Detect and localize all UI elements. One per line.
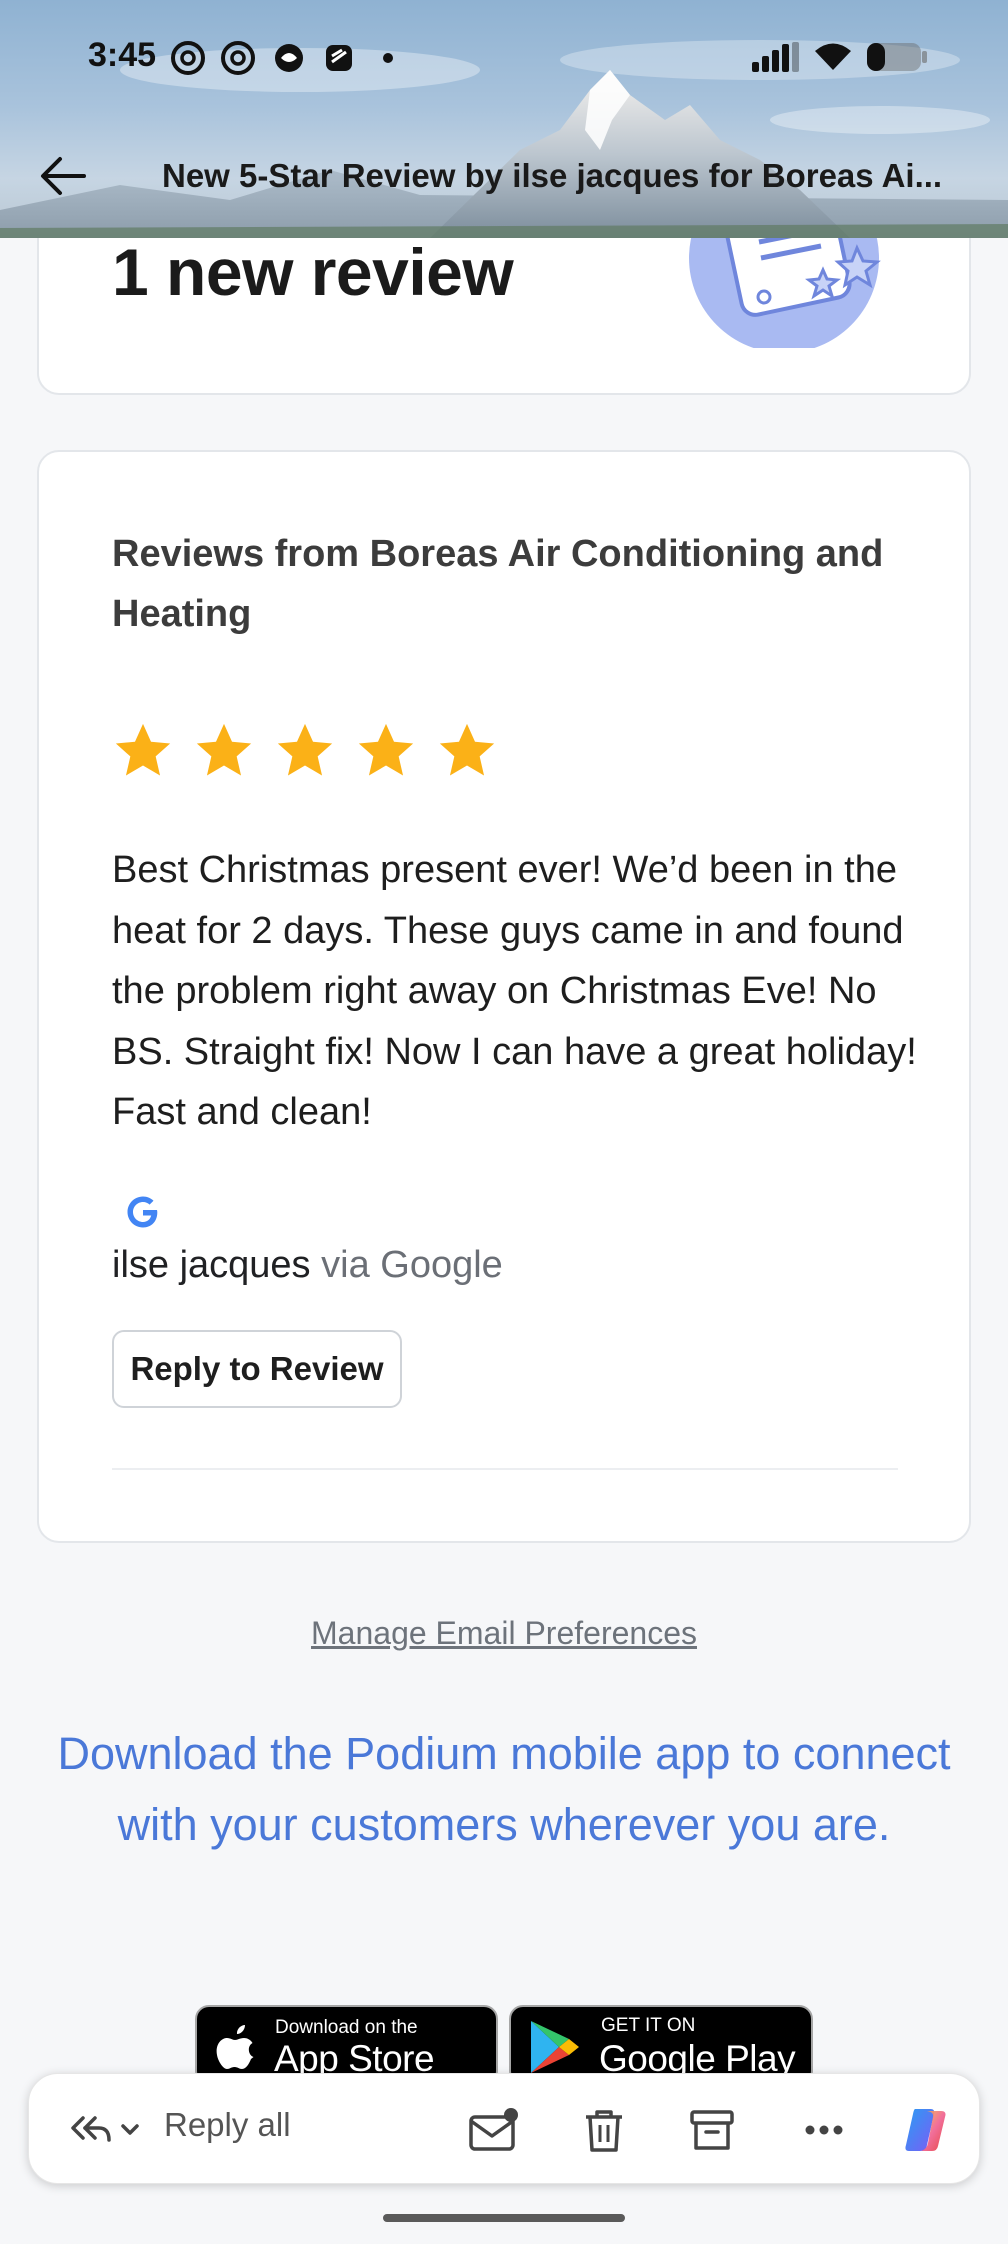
email-action-bar: Reply all [28,2073,980,2184]
review-card: Reviews from Boreas Air Conditioning and… [37,450,971,1543]
status-time: 3:45 [88,36,157,74]
podium-promo-text: Download the Podium mobile app to connec… [57,1728,951,1850]
reply-all-label[interactable]: Reply all [164,2106,291,2144]
signal-icon [752,42,799,72]
more-options-button[interactable] [789,2074,859,2185]
divider [112,1468,898,1470]
star-icon [439,723,495,776]
copilot-icon [905,2108,946,2151]
arrow-left-icon [41,157,86,195]
google-play-icon [531,2021,579,2073]
archive-button[interactable] [677,2074,747,2185]
app-notification-icon [275,44,303,72]
star-rating [112,720,498,782]
chevron-down-icon [121,2123,139,2135]
google-play-small-text: GET IT ON [601,2015,696,2036]
more-horizontal-icon [805,2125,843,2134]
business-heading: Reviews from Boreas Air Conditioning and… [112,533,884,635]
email-header: 3:45 New 5-Star Review by ilse jacques f… [0,0,1008,238]
reviewer-name: ilse jacques [112,1244,311,1286]
copilot-button[interactable] [891,2074,961,2185]
threads-icon [221,41,255,75]
mail-unread-icon [469,2107,518,2151]
archive-icon [690,2109,734,2150]
back-button[interactable] [38,154,88,198]
status-bar: 3:45 [0,0,1008,110]
reply-to-review-button[interactable]: Reply to Review [112,1330,402,1408]
apple-icon [216,2025,254,2069]
email-toolbar: New 5-Star Review by ilse jacques for Bo… [0,140,1008,210]
star-icon [277,723,333,776]
app-store-small-text: Download on the [275,2017,418,2038]
review-source: via Google [321,1244,503,1286]
email-subject: New 5-Star Review by ilse jacques for Bo… [162,157,943,194]
new-review-headline: 1 new review [112,235,514,309]
review-text: Best Christmas present ever! We’d been i… [112,849,917,1133]
trash-icon [586,2109,622,2152]
phone-review-illustration [689,222,881,348]
app-notification-icon [326,45,352,71]
home-indicator [383,2214,625,2222]
more-notifications-dot [383,53,393,63]
delete-button[interactable] [569,2074,639,2185]
battery-icon [867,43,927,71]
mark-unread-button[interactable] [459,2074,529,2185]
reply-all-icon [71,2115,139,2142]
star-icon [196,723,252,776]
review-author: ilse jacques via Google [112,1244,503,1287]
star-icon [358,723,414,776]
google-icon [127,1196,158,1228]
threads-icon [171,41,205,75]
reply-all-button[interactable] [59,2074,159,2185]
manage-email-preferences-link[interactable]: Manage Email Preferences [0,1615,1008,1652]
wifi-icon [815,43,851,70]
star-icon [115,723,171,776]
